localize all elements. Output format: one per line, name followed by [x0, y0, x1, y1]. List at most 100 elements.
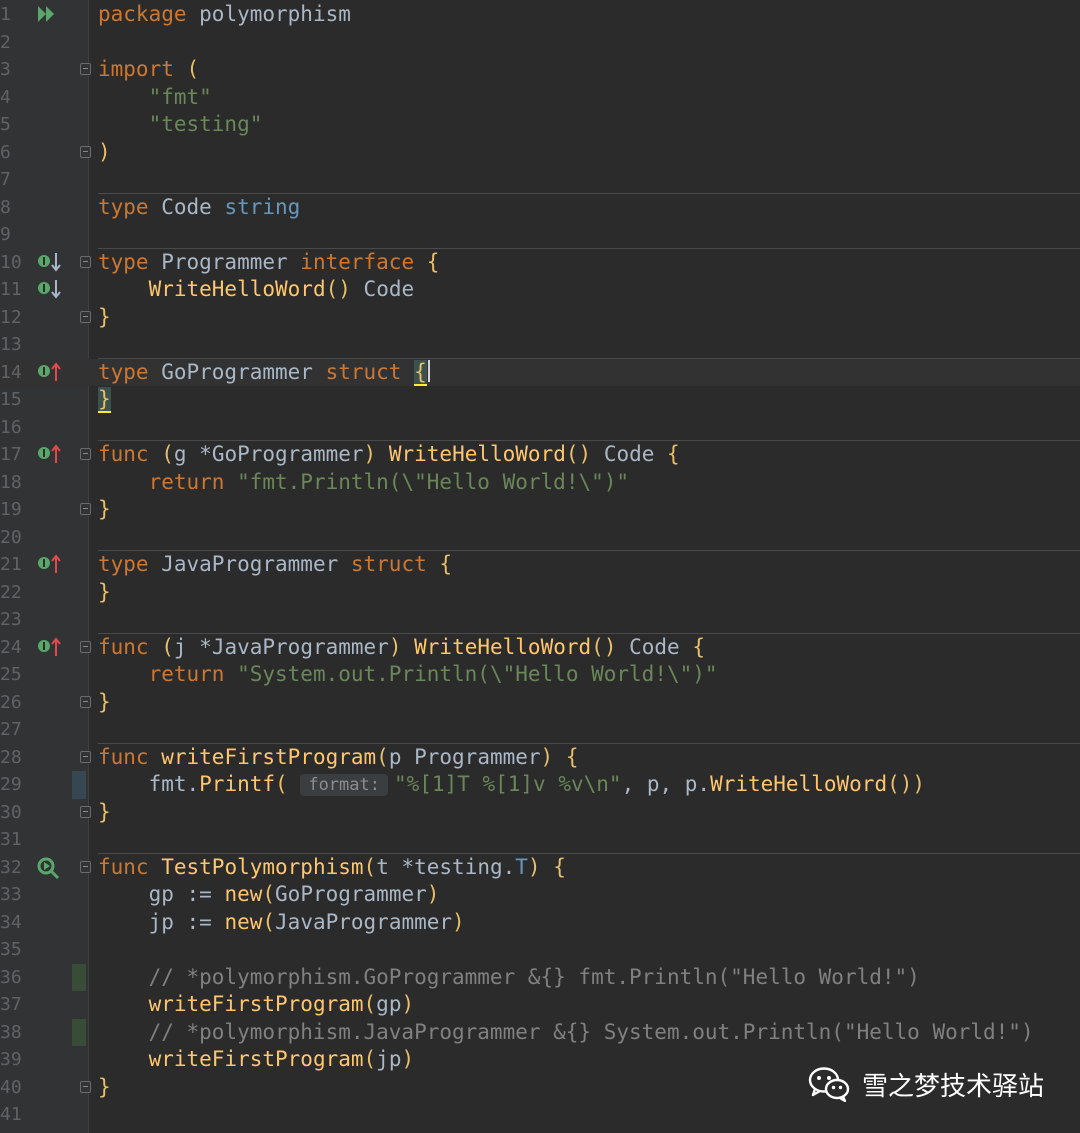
code-line[interactable]: 6): [0, 139, 1080, 167]
fold-toggle-icon[interactable]: [80, 695, 91, 708]
code-text[interactable]: }: [98, 496, 111, 524]
code-line[interactable]: 36 // *polymorphism.GoProgrammer &{} fmt…: [0, 963, 1080, 992]
code-text[interactable]: type JavaProgrammer struct {: [98, 551, 452, 579]
implemented-down-icon[interactable]: [36, 251, 62, 273]
code-line[interactable]: 2: [0, 29, 1080, 57]
gutter-icon-slot[interactable]: [36, 278, 62, 305]
fold-toggle-icon[interactable]: [80, 503, 91, 515]
fold-toggle-icon[interactable]: [80, 860, 91, 873]
code-editor[interactable]: 1 package polymorphism 2 3 import (4 "fmt" 5 …: [0, 0, 1080, 1133]
code-line[interactable]: 21 type JavaProgrammer struct {: [0, 551, 1080, 579]
code-line[interactable]: 3 import (: [0, 56, 1080, 84]
code-text[interactable]: package polymorphism: [98, 1, 351, 29]
code-line[interactable]: 4 "fmt": [0, 84, 1080, 112]
code-text[interactable]: func (j *JavaProgrammer) WriteHelloWord(…: [98, 634, 705, 662]
code-line[interactable]: 37 writeFirstProgram(gp): [0, 991, 1080, 1019]
code-line[interactable]: 16: [0, 414, 1080, 442]
code-text[interactable]: }: [98, 579, 111, 607]
code-line[interactable]: 22}: [0, 579, 1080, 607]
code-text[interactable]: // *polymorphism.JavaProgrammer &{} Syst…: [98, 1019, 1034, 1047]
code-line[interactable]: 34 jp := new(JavaProgrammer): [0, 909, 1080, 937]
code-text[interactable]: "fmt": [98, 84, 212, 112]
fold-toggle-icon[interactable]: [80, 805, 91, 818]
fold-toggle-icon[interactable]: [80, 750, 91, 763]
code-text[interactable]: // *polymorphism.GoProgrammer &{} fmt.Pr…: [98, 964, 920, 992]
code-line[interactable]: 7: [0, 166, 1080, 194]
code-line[interactable]: 28 func writeFirstProgram(p Programmer) {: [0, 744, 1080, 772]
code-text[interactable]: }: [98, 304, 111, 332]
gutter-icon-slot[interactable]: [36, 553, 62, 580]
code-line[interactable]: 5 "testing": [0, 111, 1080, 139]
code-line[interactable]: 14 type GoProgrammer struct {: [0, 358, 1080, 388]
code-text[interactable]: type Code string: [98, 194, 300, 222]
code-text[interactable]: return "fmt.Println(\"Hello World!\")": [98, 469, 629, 497]
code-line[interactable]: 27: [0, 716, 1080, 744]
code-text[interactable]: return "System.out.Println(\"Hello World…: [98, 661, 718, 689]
implemented-down-icon[interactable]: [36, 278, 62, 300]
code-text[interactable]: ): [98, 139, 111, 167]
code-text[interactable]: writeFirstProgram(jp): [98, 1046, 415, 1074]
code-line[interactable]: 26}: [0, 689, 1080, 717]
code-text[interactable]: }: [98, 1074, 111, 1102]
code-text[interactable]: "testing": [98, 111, 263, 139]
run-test-icon[interactable]: [36, 856, 60, 880]
code-line[interactable]: 35: [0, 936, 1080, 964]
fold-toggle-icon[interactable]: [80, 310, 91, 323]
gutter-icon-slot[interactable]: [36, 3, 62, 30]
implements-up-icon[interactable]: [36, 361, 62, 383]
gutter-icon-slot[interactable]: [36, 251, 62, 278]
code-text[interactable]: }: [98, 799, 111, 827]
code-line[interactable]: 13: [0, 331, 1080, 359]
vcs-change-marker[interactable]: [72, 1018, 86, 1046]
code-line[interactable]: 17 func (g *GoProgrammer) WriteHelloWord(…: [0, 441, 1080, 469]
code-text[interactable]: import (: [98, 56, 199, 84]
code-text[interactable]: fmt.Printf( format: "%[1]T %[1]v %v\n", p…: [98, 771, 925, 799]
code-line[interactable]: 31: [0, 826, 1080, 854]
implements-up-icon[interactable]: [36, 553, 62, 575]
code-text[interactable]: func TestPolymorphism(t *testing.T) {: [98, 854, 566, 882]
code-line[interactable]: 38 // *polymorphism.JavaProgrammer &{} S…: [0, 1018, 1080, 1047]
code-line[interactable]: 9: [0, 221, 1080, 249]
code-text[interactable]: }: [98, 689, 111, 717]
code-text[interactable]: jp := new(JavaProgrammer): [98, 909, 465, 937]
code-line[interactable]: 18 return "fmt.Println(\"Hello World!\")…: [0, 469, 1080, 497]
code-line[interactable]: 24 func (j *JavaProgrammer) WriteHelloWor…: [0, 634, 1080, 662]
code-line[interactable]: 32 func TestPolymorphism(t *testing.T) {: [0, 854, 1080, 882]
fold-toggle-icon[interactable]: [80, 640, 91, 653]
code-line[interactable]: 11 WriteHelloWord() Code: [0, 276, 1080, 304]
gutter-icon-slot[interactable]: [36, 636, 62, 663]
code-text[interactable]: func (g *GoProgrammer) WriteHelloWord() …: [98, 441, 680, 469]
fold-toggle-icon[interactable]: [80, 448, 91, 460]
fold-toggle-icon[interactable]: [80, 1080, 91, 1093]
code-line[interactable]: 15}: [0, 386, 1080, 414]
run-icon[interactable]: [36, 3, 58, 25]
code-text[interactable]: WriteHelloWord() Code: [98, 276, 415, 304]
code-text[interactable]: }: [98, 386, 111, 414]
gutter-icon-slot[interactable]: [36, 443, 62, 470]
gutter-icon-slot[interactable]: [36, 361, 62, 388]
code-line[interactable]: 25 return "System.out.Println(\"Hello Wo…: [0, 661, 1080, 689]
code-line[interactable]: 12}: [0, 304, 1080, 332]
code-line[interactable]: 19}: [0, 496, 1080, 524]
code-line[interactable]: 23: [0, 606, 1080, 634]
code-text[interactable]: gp := new(GoProgrammer): [98, 881, 440, 909]
code-line[interactable]: 20: [0, 524, 1080, 552]
fold-toggle-icon[interactable]: [80, 145, 91, 158]
code-line[interactable]: 1 package polymorphism: [0, 1, 1080, 29]
code-line[interactable]: 29 fmt.Printf( format: "%[1]T %[1]v %v\n"…: [0, 771, 1080, 799]
implements-up-icon[interactable]: [36, 443, 62, 465]
code-text[interactable]: writeFirstProgram(gp): [98, 991, 415, 1019]
fold-toggle-icon[interactable]: [80, 255, 91, 268]
code-line[interactable]: 33 gp := new(GoProgrammer): [0, 881, 1080, 909]
fold-toggle-icon[interactable]: [80, 63, 91, 75]
vcs-change-marker[interactable]: [72, 771, 86, 799]
code-text[interactable]: type GoProgrammer struct {: [98, 359, 430, 387]
vcs-change-marker[interactable]: [72, 963, 86, 991]
code-line[interactable]: 10 type Programmer interface {: [0, 249, 1080, 277]
code-line[interactable]: 30}: [0, 799, 1080, 827]
gutter-icon-slot[interactable]: [36, 856, 62, 883]
implements-up-icon[interactable]: [36, 636, 62, 658]
code-text[interactable]: func writeFirstProgram(p Programmer) {: [98, 744, 579, 772]
code-line[interactable]: 8 type Code string: [0, 194, 1080, 222]
code-text[interactable]: type Programmer interface {: [98, 249, 439, 277]
